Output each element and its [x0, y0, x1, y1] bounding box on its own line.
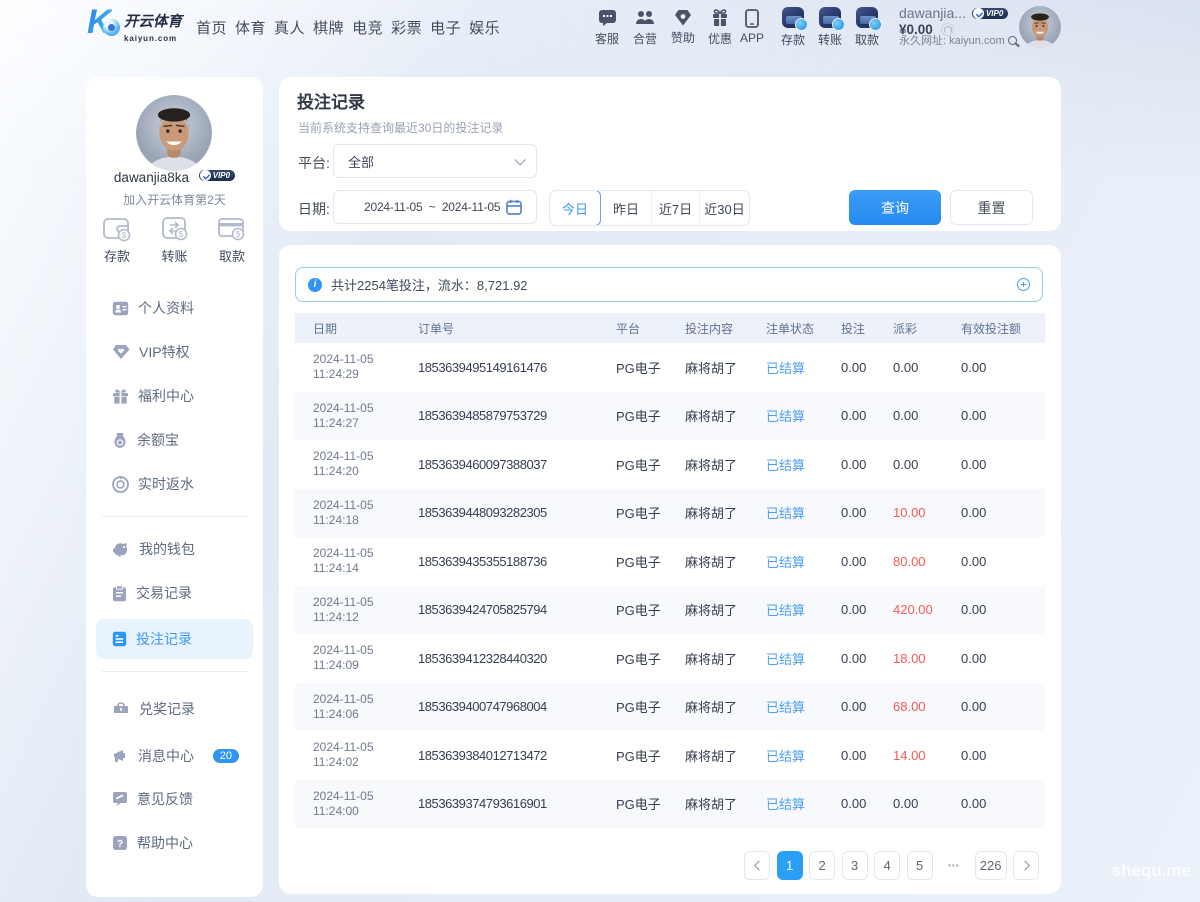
svg-text:$: $	[122, 231, 127, 240]
svg-text:$: $	[236, 230, 241, 239]
svg-text:?: ?	[117, 839, 123, 850]
svg-text:$: $	[178, 230, 183, 239]
